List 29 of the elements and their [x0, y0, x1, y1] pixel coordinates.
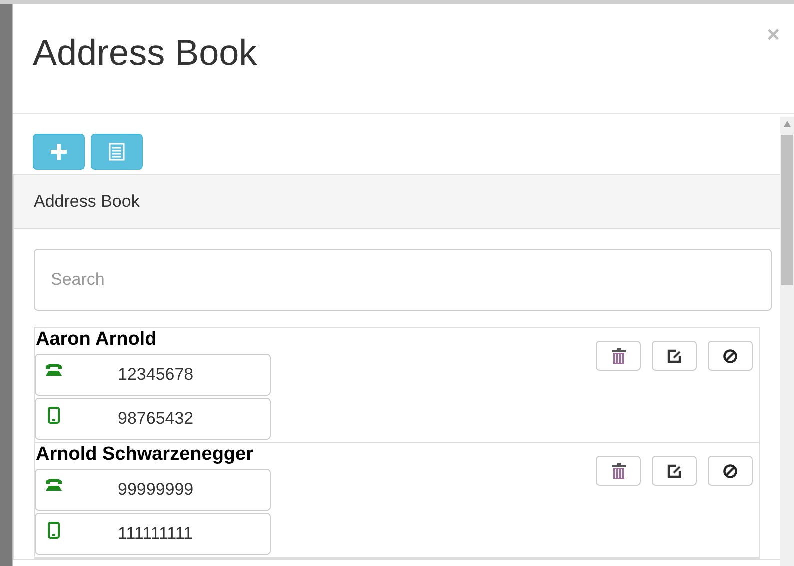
list-icon [109, 143, 125, 161]
panel-heading: Address Book [14, 175, 780, 229]
close-button[interactable]: × [767, 24, 780, 46]
trash-icon [612, 463, 626, 479]
prohibited-icon [723, 464, 738, 478]
phone-entry: 111111111 [35, 513, 271, 555]
telephone-icon [45, 363, 63, 377]
block-button[interactable] [708, 341, 753, 371]
search-field[interactable]: Search [34, 249, 772, 311]
phone-entry: 12345678 [35, 354, 271, 396]
delete-button[interactable] [596, 341, 641, 371]
scrollbar[interactable] [780, 117, 794, 566]
contact-name: Arnold Schwarzenegger [36, 444, 254, 466]
phone-entry: 98765432 [35, 398, 271, 440]
dialog-title: Address Book [33, 32, 258, 74]
mobile-phone-icon [48, 522, 60, 539]
plus-icon [51, 144, 67, 160]
edit-icon [667, 464, 682, 478]
trash-icon [612, 348, 626, 364]
phone-entry: 99999999 [35, 469, 271, 511]
prohibited-icon [723, 348, 738, 364]
delete-button[interactable] [596, 456, 641, 486]
telephone-icon [45, 478, 63, 492]
edit-button[interactable] [652, 341, 697, 371]
contact-name: Aaron Arnold [36, 329, 158, 351]
edit-button[interactable] [652, 456, 697, 486]
block-button[interactable] [708, 456, 753, 486]
edit-icon [667, 348, 682, 364]
mobile-phone-icon [48, 407, 60, 424]
